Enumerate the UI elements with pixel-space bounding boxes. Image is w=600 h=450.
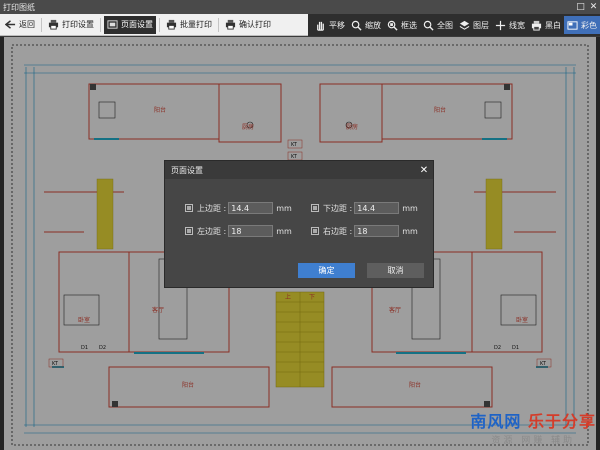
- maximize-button[interactable]: □: [574, 1, 587, 13]
- back-button[interactable]: 返回: [2, 16, 38, 34]
- window-titlebar: 打印图纸 □ ✕: [0, 0, 600, 14]
- left-margin-field: 左边距 : mm: [185, 224, 292, 238]
- page-icon: [107, 20, 118, 29]
- right-margin-label: 右边距 :: [323, 226, 353, 236]
- page-settings-button[interactable]: 页面设置: [104, 15, 156, 34]
- bottom-margin-input[interactable]: [354, 202, 400, 214]
- ok-button[interactable]: 确定: [298, 263, 355, 278]
- full-view-label: 全图: [437, 20, 453, 30]
- toolbar-divider: [159, 17, 160, 32]
- toolbar-divider: [218, 17, 219, 32]
- right-margin-field: 右边距 : mm: [311, 224, 418, 238]
- back-label: 返回: [19, 20, 35, 29]
- cancel-button[interactable]: 取消: [367, 263, 424, 278]
- window-title: 打印图纸: [3, 2, 35, 12]
- top-margin-unit: mm: [276, 203, 292, 213]
- bottom-margin-unit: mm: [402, 203, 418, 213]
- print-settings-label: 打印设置: [62, 20, 94, 29]
- plus-icon: [495, 20, 506, 30]
- printer-icon: [531, 20, 542, 31]
- dialog-close-button[interactable]: ✕: [415, 161, 433, 179]
- watermark: 南风网 乐于分享 资源 网赚 辅助: [470, 408, 596, 446]
- watermark-brand-red: 乐于分享: [527, 412, 596, 431]
- confirm-print-label: 确认打印: [239, 20, 271, 29]
- batch-print-label: 批量打印: [180, 20, 212, 29]
- toolbar: 返回 打印设置 页面设置 批量打印 确认打印 平移 缩放 框选 全图 图层 线宽…: [0, 14, 600, 36]
- right-margin-unit: mm: [402, 226, 418, 236]
- left-margin-unit: mm: [276, 226, 292, 236]
- toolbar-divider: [100, 17, 101, 32]
- top-margin-label: 上边距 :: [197, 203, 227, 213]
- print-settings-button[interactable]: 打印设置: [45, 16, 97, 34]
- right-margin-input[interactable]: [354, 225, 400, 237]
- left-margin-label: 左边距 :: [197, 226, 227, 236]
- printer-icon: [225, 19, 236, 30]
- pan-button[interactable]: 平移: [312, 16, 348, 34]
- linewidth-label: 线宽: [509, 20, 525, 30]
- layers-label: 图层: [473, 20, 489, 30]
- zoom-button[interactable]: 缩放: [348, 16, 384, 34]
- watermark-subtitle: 资源 网赚 辅助: [491, 436, 576, 446]
- top-margin-field: 上边距 : mm: [185, 201, 292, 215]
- top-margin-icon: [185, 204, 193, 212]
- printer-icon: [166, 19, 177, 30]
- magnifier-icon: [423, 20, 434, 31]
- black-white-label: 黑白: [545, 20, 561, 30]
- zoom-label: 缩放: [365, 20, 381, 30]
- box-select-button[interactable]: 框选: [384, 16, 420, 34]
- left-margin-icon: [185, 227, 193, 235]
- color-mode-button[interactable]: 彩色: [564, 16, 600, 34]
- linewidth-button[interactable]: 线宽: [492, 16, 528, 34]
- top-margin-input[interactable]: [228, 202, 274, 214]
- layers-icon: [459, 20, 470, 30]
- box-select-label: 框选: [401, 20, 417, 30]
- zoom-icon: [351, 20, 362, 31]
- view-toolbar: 平移 缩放 框选 全图 图层 线宽 黑白 彩色: [308, 14, 600, 36]
- confirm-print-button[interactable]: 确认打印: [222, 16, 274, 34]
- dialog-header: 页面设置 ✕: [165, 161, 433, 179]
- magnifier-icon: [387, 20, 398, 31]
- bottom-margin-label: 下边距 :: [323, 203, 353, 213]
- right-margin-icon: [311, 227, 319, 235]
- layers-button[interactable]: 图层: [456, 16, 492, 34]
- printer-icon: [48, 19, 59, 30]
- black-white-button[interactable]: 黑白: [528, 16, 564, 34]
- close-window-button[interactable]: ✕: [587, 1, 600, 13]
- watermark-brand: 南风网 乐于分享: [470, 408, 596, 432]
- dialog-title: 页面设置: [171, 165, 203, 175]
- page-settings-dialog: 页面设置 ✕ 上边距 : mm 下边距 : mm 左边距 : mm 右边距 : …: [164, 160, 434, 288]
- back-arrow-icon: [5, 20, 16, 29]
- page-settings-label: 页面设置: [121, 20, 153, 29]
- pan-label: 平移: [329, 20, 345, 30]
- full-view-button[interactable]: 全图: [420, 16, 456, 34]
- watermark-brand-blue: 南风网: [470, 412, 522, 431]
- bottom-margin-field: 下边距 : mm: [311, 201, 418, 215]
- hand-icon: [317, 21, 324, 31]
- left-margin-input[interactable]: [228, 225, 274, 237]
- bottom-margin-icon: [311, 204, 319, 212]
- palette-icon: [567, 20, 578, 30]
- batch-print-button[interactable]: 批量打印: [163, 16, 215, 34]
- toolbar-divider: [41, 17, 42, 32]
- color-mode-label: 彩色: [581, 20, 597, 30]
